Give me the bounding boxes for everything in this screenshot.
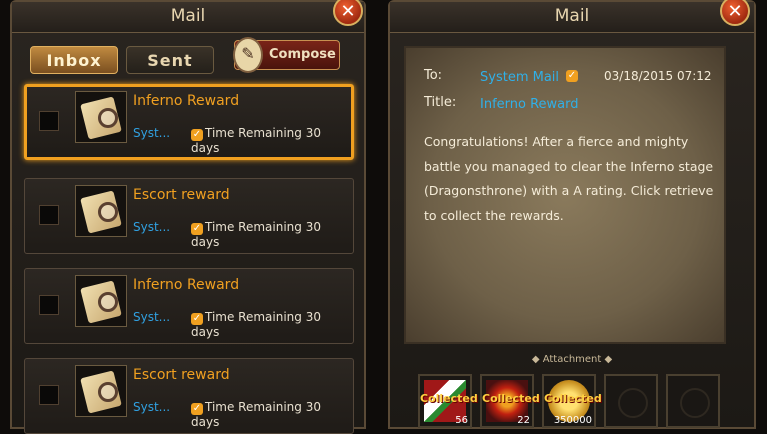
mail-body: Congratulations! After a fierce and migh… <box>424 134 714 223</box>
to-label: To: <box>424 68 443 83</box>
mail-subject: Inferno Reward <box>133 277 240 293</box>
time-remaining: ✓ Time Remaining 30 days <box>191 310 321 339</box>
mail-subject: Escort reward <box>133 187 230 203</box>
item-quantity: 350000 <box>553 415 592 426</box>
mail-sender: Syst... <box>133 220 171 234</box>
time-remaining: ✓ Time Remaining 30 days <box>191 220 321 249</box>
recipient-name: System Mail <box>480 70 560 85</box>
mail-sender: Syst... <box>133 310 171 324</box>
empty-attachment-slot <box>666 374 720 428</box>
mail-detail-panel: Mail ✕ To: System Mail ✓ 03/18/2015 07:1… <box>388 0 756 429</box>
mail-list-panel: Mail ✕ Inbox Sent ✎ Compose Inferno Rewa… <box>10 0 366 434</box>
attachment-slot[interactable]: Collected 22 <box>480 374 540 428</box>
quill-icon: ✎ <box>233 37 263 73</box>
mail-sender: Syst... <box>133 126 171 140</box>
attachment-slot[interactable]: Collected 350000 <box>542 374 602 428</box>
select-checkbox[interactable] <box>39 111 59 131</box>
mail-list-item[interactable]: Escort reward Syst... ✓ Time Remaining 30… <box>24 178 354 254</box>
item-quantity: 22 <box>517 415 530 426</box>
panel-title: Mail <box>12 2 364 33</box>
empty-attachment-slot <box>604 374 658 428</box>
select-checkbox[interactable] <box>39 385 59 405</box>
mail-sender: Syst... <box>133 400 171 414</box>
mail-list-item[interactable]: Escort reward Syst... ✓ Time Remaining 30… <box>24 358 354 434</box>
tab-inbox[interactable]: Inbox <box>30 46 118 74</box>
title-label: Title: <box>424 95 457 110</box>
mail-subject: Escort reward <box>133 367 230 383</box>
mail-scroll-icon <box>75 185 127 237</box>
mail-subject: Inferno Reward <box>133 93 240 109</box>
mail-scroll-icon <box>75 275 127 327</box>
collected-badge: Collected <box>420 392 478 405</box>
time-remaining: ✓ Time Remaining 30 days <box>191 126 321 155</box>
panel-title: Mail <box>390 2 754 33</box>
tab-sent[interactable]: Sent <box>126 46 214 74</box>
letter-parchment: To: System Mail ✓ 03/18/2015 07:12 Title… <box>404 46 726 344</box>
verified-icon: ✓ <box>566 70 578 82</box>
mail-list-item[interactable]: Inferno Reward Syst... ✓ Time Remaining 3… <box>24 84 354 160</box>
check-icon: ✓ <box>191 223 203 235</box>
check-icon: ✓ <box>191 129 203 141</box>
attachment-slot[interactable]: Collected 56 <box>418 374 478 428</box>
check-icon: ✓ <box>191 403 203 415</box>
mail-list-item[interactable]: Inferno Reward Syst... ✓ Time Remaining 3… <box>24 268 354 344</box>
mail-title: Inferno Reward <box>480 97 579 112</box>
select-checkbox[interactable] <box>39 205 59 225</box>
mail-scroll-icon <box>75 365 127 417</box>
compose-button[interactable]: ✎ Compose <box>233 37 340 73</box>
collected-badge: Collected <box>544 392 602 405</box>
select-checkbox[interactable] <box>39 295 59 315</box>
mail-scroll-icon <box>75 91 127 143</box>
check-icon: ✓ <box>191 313 203 325</box>
collected-badge: Collected <box>482 392 540 405</box>
time-remaining: ✓ Time Remaining 30 days <box>191 400 321 429</box>
compose-label: Compose <box>269 47 336 62</box>
item-quantity: 56 <box>455 415 468 426</box>
mail-date: 03/18/2015 07:12 <box>604 69 712 83</box>
attachment-label: ◆ Attachment ◆ <box>531 354 613 365</box>
